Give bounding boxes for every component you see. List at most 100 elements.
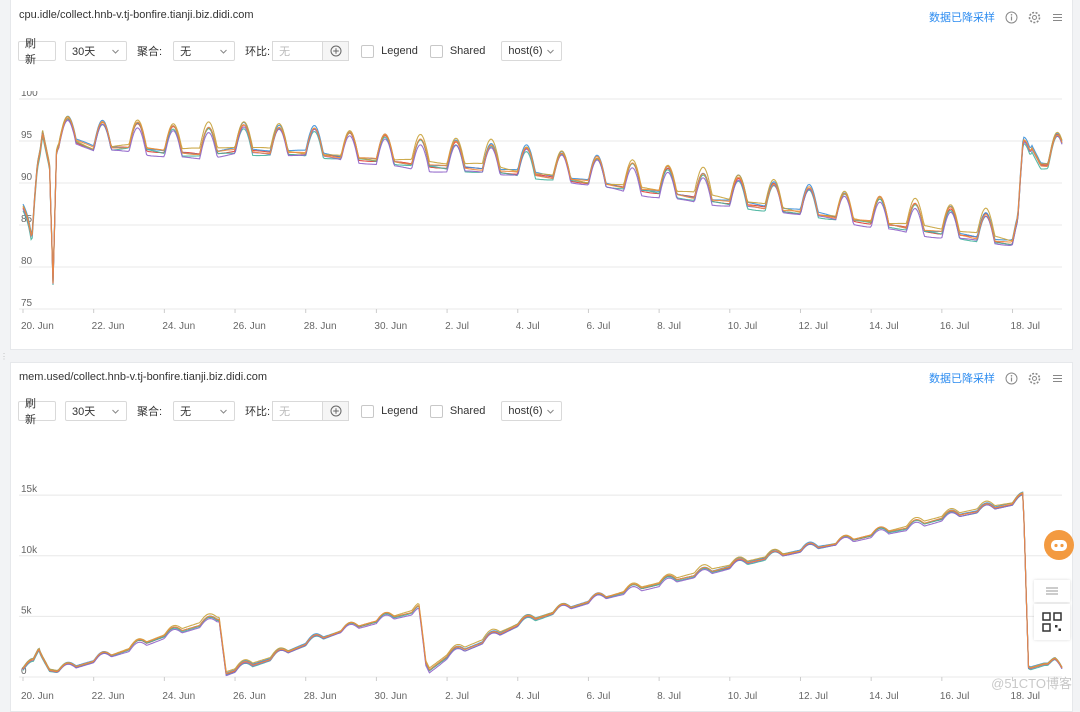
mem-used-panel: mem.used/collect.hnb-v.tj-bonfire.tianji…	[10, 362, 1073, 712]
series-line-4[interactable]	[22, 491, 1063, 673]
x-tick-label: 6. Jul	[586, 691, 610, 702]
x-tick-label: 16. Jul	[940, 691, 969, 702]
info-icon[interactable]	[1005, 11, 1018, 24]
chevron-down-icon	[547, 49, 555, 54]
add-compare-button[interactable]	[322, 41, 350, 61]
host-select[interactable]: host(6)	[501, 401, 563, 421]
info-icon[interactable]	[1005, 372, 1018, 385]
x-tick-label: 24. Jun	[162, 691, 195, 702]
y-tick-label: 80	[21, 256, 33, 267]
x-tick-label: 14. Jul	[869, 321, 898, 332]
panel-actions: 数据已降采样	[929, 370, 1064, 386]
y-tick-label: 10k	[21, 545, 38, 556]
chevron-down-icon	[112, 49, 119, 54]
host-select[interactable]: host(6)	[501, 41, 563, 61]
chart-svg: 05k10k15k20. Jun 22. Jun 24. Jun 26. Jun 28.…	[19, 484, 1063, 702]
x-tick-label: 2. Jul	[445, 691, 469, 702]
x-tick-label: 16. Jul	[940, 321, 969, 332]
downsample-link[interactable]: 数据已降采样	[929, 370, 995, 386]
gear-icon[interactable]	[1028, 372, 1041, 385]
refresh-button[interactable]: 刷 新	[18, 398, 56, 426]
plus-circle-icon	[330, 45, 342, 57]
qr-code-icon	[1042, 612, 1062, 632]
x-tick-label: 28. Jun	[304, 691, 337, 702]
x-tick-label: 10. Jul	[728, 691, 757, 702]
x-tick-label: 24. Jun	[162, 321, 195, 332]
host-value: host(6)	[508, 45, 543, 57]
side-menu-button[interactable]	[1034, 580, 1070, 602]
compare-input[interactable]: 无	[272, 41, 323, 61]
x-tick-label: 12. Jul	[798, 321, 827, 332]
y-tick-label: 95	[21, 130, 33, 141]
checkbox-box	[429, 44, 443, 58]
legend-label: Legend	[381, 405, 418, 417]
panel-splitter[interactable]: ⋮	[0, 352, 8, 361]
x-tick-label: 8. Jul	[657, 321, 681, 332]
gear-icon[interactable]	[1028, 11, 1041, 24]
y-tick-label: 5k	[21, 605, 33, 616]
x-tick-label: 18. Jul	[1011, 321, 1040, 332]
x-tick-label: 4. Jul	[516, 691, 540, 702]
cpu-idle-panel: cpu.idle/collect.hnb-v.tj-bonfire.tianji…	[10, 0, 1073, 350]
x-tick-label: 4. Jul	[516, 321, 540, 332]
checkbox-box	[361, 44, 375, 58]
panel-actions: 数据已降采样	[929, 9, 1064, 25]
legend-checkbox[interactable]: Legend	[361, 404, 418, 418]
x-tick-label: 22. Jun	[92, 321, 125, 332]
time-range-select[interactable]: 30天	[65, 41, 127, 61]
x-tick-label: 28. Jun	[304, 321, 337, 332]
assistant-float-button[interactable]	[1044, 530, 1074, 560]
x-tick-label: 26. Jun	[233, 321, 266, 332]
chevron-down-icon	[220, 409, 227, 414]
compare-label: 环比:	[245, 406, 271, 418]
x-tick-label: 12. Jul	[798, 691, 827, 702]
qr-code-button[interactable]	[1034, 604, 1070, 640]
x-tick-label: 26. Jun	[233, 691, 266, 702]
y-tick-label: 75	[21, 298, 33, 309]
time-range-value: 30天	[72, 406, 96, 418]
shared-label: Shared	[449, 45, 486, 57]
menu-icon[interactable]	[1051, 372, 1064, 385]
series-line-2[interactable]	[22, 491, 1063, 674]
refresh-button[interactable]: 刷 新	[18, 38, 56, 66]
chevron-down-icon	[547, 409, 555, 414]
chart-svg: 758085909510020. Jun 22. Jun 24. Jun 26. Ju…	[19, 91, 1063, 332]
x-tick-label: 22. Jun	[92, 691, 125, 702]
x-tick-label: 30. Jun	[374, 321, 407, 332]
y-tick-label: 100	[21, 91, 38, 99]
x-tick-label: 2. Jul	[445, 321, 469, 332]
checkbox-box	[429, 404, 443, 418]
x-tick-label: 30. Jun	[374, 691, 407, 702]
menu-icon[interactable]	[1051, 11, 1064, 24]
aggregate-select[interactable]: 无	[173, 401, 236, 421]
host-value: host(6)	[508, 405, 543, 417]
series-line-6[interactable]	[22, 492, 1063, 675]
legend-checkbox[interactable]: Legend	[361, 44, 418, 58]
x-tick-label: 20. Jun	[21, 691, 54, 702]
shared-label: Shared	[449, 405, 486, 417]
series-line-5[interactable]	[22, 119, 1063, 284]
shared-checkbox[interactable]: Shared	[429, 44, 486, 58]
compare-input[interactable]: 无	[272, 401, 323, 421]
downsample-link[interactable]: 数据已降采样	[929, 9, 995, 25]
checkbox-box	[361, 404, 375, 418]
robot-icon	[1051, 540, 1067, 551]
x-tick-label: 8. Jul	[657, 691, 681, 702]
add-compare-button[interactable]	[322, 401, 350, 421]
time-range-select[interactable]: 30天	[65, 401, 127, 421]
cpu-idle-chart[interactable]: 75 80 85 90 95 100 20. Jun 22. Jun 24. Jun 26. Ju…	[11, 91, 1072, 349]
mem-used-chart[interactable]: 0 5k 10k 15k 20. Jun 22. Jun 24. Jun 26. Jun 28.…	[11, 465, 1072, 711]
aggregate-select[interactable]: 无	[173, 41, 236, 61]
x-tick-label: 10. Jul	[728, 321, 757, 332]
shared-checkbox[interactable]: Shared	[429, 404, 486, 418]
series-line-1[interactable]	[22, 493, 1063, 675]
y-tick-label: 90	[21, 172, 33, 183]
y-tick-label: 15k	[21, 484, 38, 495]
panel-toolbar: 刷 新 30天 聚合: 无 环比: 无 Legend Shared host(6…	[18, 38, 563, 66]
aggregate-value: 无	[180, 46, 192, 58]
aggregate-label: 聚合:	[137, 46, 163, 58]
plus-circle-icon	[330, 405, 342, 417]
series-line-5[interactable]	[22, 493, 1063, 677]
x-tick-label: 18. Jul	[1011, 691, 1040, 702]
series-line-3[interactable]	[22, 494, 1063, 676]
